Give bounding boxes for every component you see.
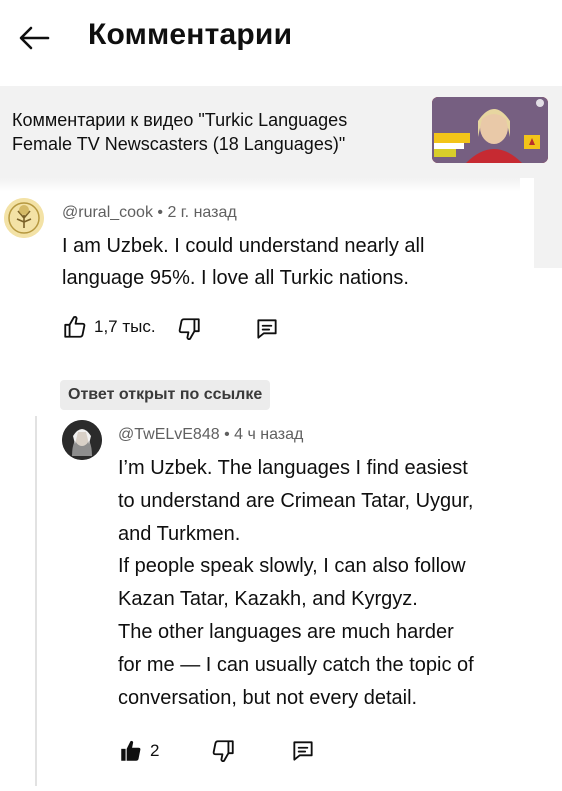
- comment-icon: [257, 319, 277, 339]
- tree-logo-icon: [4, 198, 44, 238]
- video-caption: Комментарии к видео "Turkic Languages Fe…: [12, 110, 348, 154]
- separator-dot: •: [157, 204, 168, 221]
- reply-line: If people speak slowly, I can also follo…: [118, 555, 466, 578]
- top-bar: Комментарии: [0, 0, 562, 86]
- comment-author[interactable]: @rural_cook: [62, 204, 153, 221]
- page-title: Комментарии: [88, 18, 293, 51]
- reply-author[interactable]: @TwELvE848: [118, 426, 220, 443]
- reply-button[interactable]: [254, 316, 280, 342]
- like-button[interactable]: 1,7 тыс.: [62, 314, 156, 340]
- arrow-left-icon: [19, 26, 50, 50]
- reply-like-button[interactable]: 2: [118, 738, 159, 764]
- thumbnail-image: [432, 97, 548, 163]
- comment-text: I am Uzbek. I could understand nearly al…: [62, 235, 425, 289]
- thumb-down-icon: [178, 318, 200, 341]
- reply-line: to understand are Crimean Tatar, Uygur,: [118, 489, 474, 512]
- reply-dislike-button[interactable]: [210, 738, 236, 764]
- avatar[interactable]: [4, 198, 44, 238]
- comment-icon: [293, 741, 313, 761]
- reply-time: 4 ч назад: [234, 426, 304, 443]
- video-thumbnail[interactable]: [432, 97, 548, 163]
- reply-line: conversation, but not every detail.: [118, 686, 418, 709]
- comment-time: 2 г. назад: [167, 204, 237, 221]
- back-button[interactable]: [16, 20, 52, 56]
- reply-line: Kazan Tatar, Kazakh, and Kyrgyz.: [118, 588, 418, 611]
- like-count: 1,7 тыс.: [94, 317, 156, 336]
- avatar[interactable]: [62, 420, 102, 460]
- thumb-down-icon: [212, 740, 234, 763]
- thumb-up-icon: [64, 315, 86, 338]
- reply-line: and Turkmen.: [118, 522, 241, 545]
- linked-reply-badge: Ответ открыт по ссылке: [60, 380, 271, 410]
- reply-meta: @TwELvE848 • 4 ч назад: [118, 426, 303, 444]
- separator-dot: •: [224, 426, 235, 443]
- reply-line: for me — I can usually catch the topic o…: [118, 653, 474, 676]
- edge-shade: [534, 178, 562, 268]
- reply-reply-button[interactable]: [290, 738, 316, 764]
- comment-meta: @rural_cook • 2 г. назад: [62, 204, 237, 222]
- reply-line: I’m Uzbek. The languages I find easiest: [118, 457, 468, 479]
- reply-like-count: 2: [150, 741, 160, 760]
- user-avatar-image: [62, 420, 102, 460]
- reply-line: The other languages are much harder: [118, 620, 454, 643]
- thread-line: [35, 416, 37, 786]
- dislike-button[interactable]: [176, 316, 202, 342]
- thumb-up-icon: [121, 740, 141, 761]
- reply-text: I’m Uzbek. The languages I find easiest …: [118, 452, 548, 714]
- card-shadow: [0, 178, 520, 192]
